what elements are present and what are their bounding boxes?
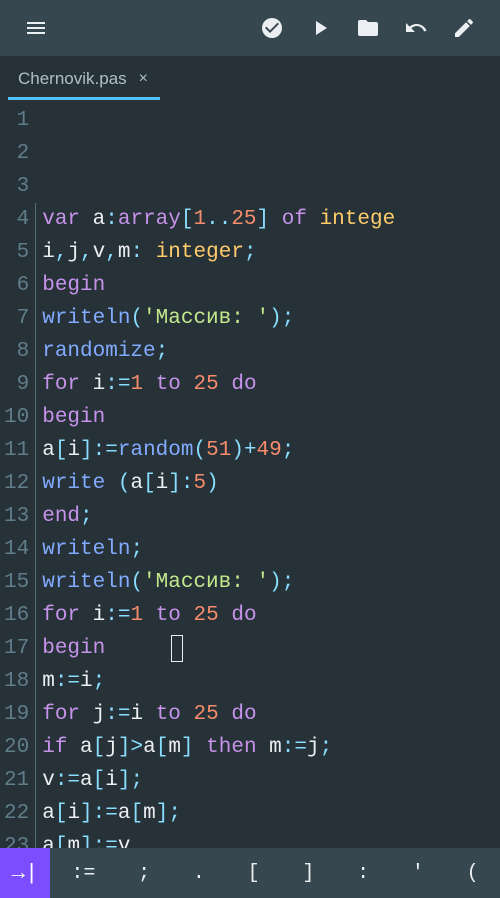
symbol-key[interactable]: [: [240, 862, 268, 885]
toolbar: [0, 0, 500, 56]
line-number: 18: [4, 665, 29, 698]
folder-icon[interactable]: [348, 8, 388, 48]
tab-bar: Chernovik.pas ×: [0, 56, 500, 100]
line-number: 3: [4, 170, 29, 203]
code-line[interactable]: for i:=1 to 25 do: [35, 368, 500, 401]
symbol-key[interactable]: ': [404, 862, 432, 885]
edit-icon[interactable]: [444, 8, 484, 48]
code-line[interactable]: for i:=1 to 25 do: [35, 599, 500, 632]
line-number: 17: [4, 632, 29, 665]
code-line[interactable]: begin: [35, 632, 500, 665]
code-line[interactable]: v:=a[i];: [35, 764, 500, 797]
line-number: 9: [4, 368, 29, 401]
line-number: 23: [4, 830, 29, 848]
line-number: 12: [4, 467, 29, 500]
symbol-key[interactable]: :=: [63, 862, 103, 885]
line-number: 8: [4, 335, 29, 368]
code-line[interactable]: write (a[i]:5): [35, 467, 500, 500]
code-line[interactable]: if a[j]>a[m] then m:=j;: [35, 731, 500, 764]
code-line[interactable]: for j:=i to 25 do: [35, 698, 500, 731]
code-line[interactable]: a[m]:=v: [35, 830, 500, 848]
code-area[interactable]: var a:array[1..25] of integei,j,v,m: int…: [35, 104, 500, 848]
symbol-key[interactable]: .: [185, 862, 213, 885]
symbol-key[interactable]: ;: [130, 862, 158, 885]
code-line[interactable]: writeln('Массив: ');: [35, 302, 500, 335]
line-number: 4: [4, 203, 29, 236]
code-line[interactable]: var a:array[1..25] of intege: [35, 203, 500, 236]
code-line[interactable]: writeln('Массив: ');: [35, 566, 500, 599]
tab-key[interactable]: →|: [0, 848, 50, 898]
line-number: 7: [4, 302, 29, 335]
line-number: 5: [4, 236, 29, 269]
code-line[interactable]: begin: [35, 401, 500, 434]
code-line[interactable]: randomize;: [35, 335, 500, 368]
menu-icon[interactable]: [16, 8, 56, 48]
file-tab[interactable]: Chernovik.pas ×: [8, 59, 160, 100]
code-line[interactable]: a[i]:=random(51)+49;: [35, 434, 500, 467]
code-line[interactable]: begin: [35, 269, 500, 302]
symbol-key[interactable]: (: [459, 862, 487, 885]
line-gutter: 1234567891011121314151617181920212223: [0, 104, 35, 848]
play-icon[interactable]: [300, 8, 340, 48]
code-editor[interactable]: 1234567891011121314151617181920212223 va…: [0, 100, 500, 848]
code-line[interactable]: writeln;: [35, 533, 500, 566]
line-number: 13: [4, 500, 29, 533]
line-number: 21: [4, 764, 29, 797]
line-number: 10: [4, 401, 29, 434]
code-line[interactable]: a[i]:=a[m];: [35, 797, 500, 830]
line-number: 6: [4, 269, 29, 302]
check-icon[interactable]: [252, 8, 292, 48]
line-number: 14: [4, 533, 29, 566]
symbol-key[interactable]: ]: [294, 862, 322, 885]
code-line[interactable]: m:=i;: [35, 665, 500, 698]
symbol-bar: →| :=;. []: ' (: [0, 848, 500, 898]
line-number: 1: [4, 104, 29, 137]
symbol-key[interactable]: :: [349, 862, 377, 885]
close-icon[interactable]: ×: [139, 70, 148, 88]
line-number: 2: [4, 137, 29, 170]
line-number: 22: [4, 797, 29, 830]
undo-icon[interactable]: [396, 8, 436, 48]
line-number: 20: [4, 731, 29, 764]
line-number: 11: [4, 434, 29, 467]
symbol-keys: :=;. []: ' (: [50, 848, 500, 898]
code-line[interactable]: end;: [35, 500, 500, 533]
line-number: 19: [4, 698, 29, 731]
code-line[interactable]: i,j,v,m: integer;: [35, 236, 500, 269]
tab-filename: Chernovik.pas: [18, 69, 127, 89]
line-number: 15: [4, 566, 29, 599]
line-number: 16: [4, 599, 29, 632]
